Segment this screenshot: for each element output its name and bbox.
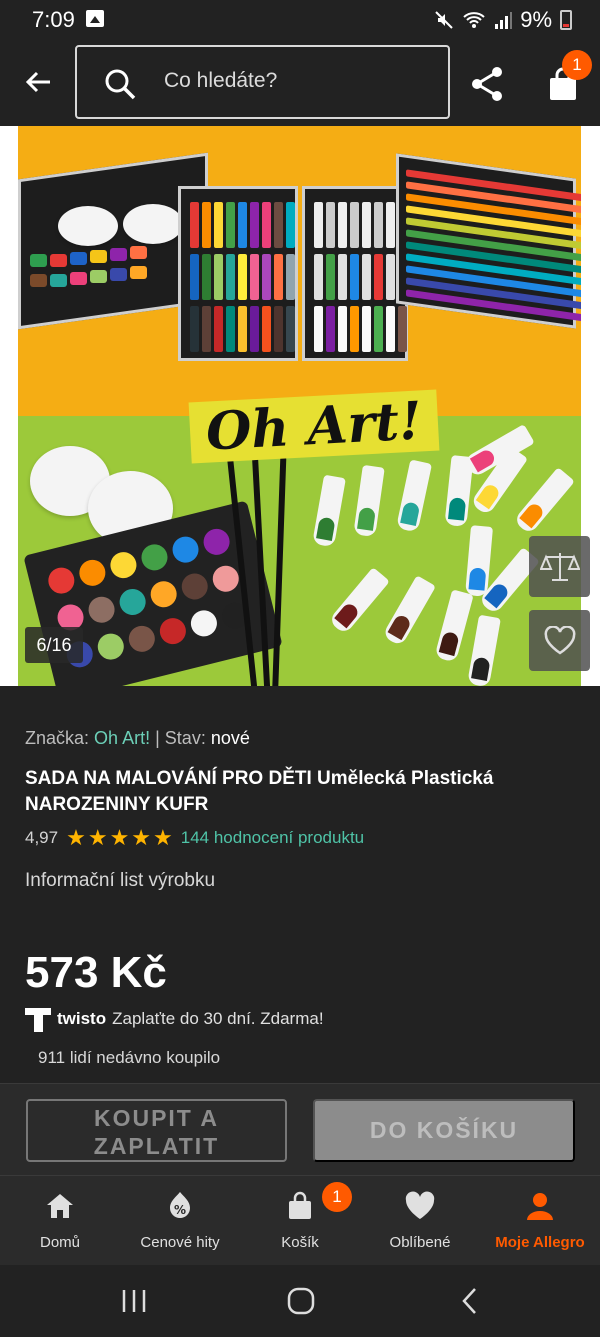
nav-item-cart[interactable]: 1 Košík — [240, 1176, 360, 1266]
system-navigation-bar — [0, 1265, 600, 1337]
add-to-cart-button[interactable]: DO KOŠÍKU — [313, 1099, 575, 1162]
nav-item-my-allegro[interactable]: Moje Allegro — [480, 1176, 600, 1266]
search-input[interactable]: Co hledáte? — [75, 45, 450, 119]
battery-percentage: 9% — [520, 7, 552, 32]
brand-condition-line: Značka: Oh Art! | Stav: nové — [25, 728, 250, 749]
compare-button[interactable] — [529, 536, 590, 597]
home-system-button[interactable] — [281, 1285, 321, 1317]
brand-logo-overlay: Oh Art! — [188, 389, 440, 464]
condition-value: nové — [210, 728, 250, 748]
share-button[interactable] — [466, 62, 510, 106]
search-icon — [105, 69, 136, 100]
twisto-logo-icon — [25, 1008, 51, 1032]
cart-button[interactable]: 1 — [542, 50, 592, 106]
brand-label: Značka: — [25, 728, 90, 748]
nav-item-favorites[interactable]: Oblíbené — [360, 1176, 480, 1266]
home-icon — [47, 1194, 73, 1218]
recent-apps-button[interactable] — [114, 1285, 154, 1317]
rating-count-link[interactable]: 144 hodnocení produktu — [181, 828, 364, 848]
nav-label: Domů — [39, 1234, 80, 1251]
condition-label: Stav: — [164, 728, 206, 748]
heart-icon — [405, 1191, 435, 1219]
product-title: SADA NA MALOVÁNÍ PRO DĚTI Umělecká Plast… — [25, 768, 494, 815]
meta-separator: | — [155, 728, 160, 748]
star-icon: ★ — [66, 825, 86, 850]
rating-value: 4,97 — [25, 828, 59, 847]
recent-purchases: 911 lidí nedávno koupilo — [38, 1048, 221, 1067]
scale-icon — [539, 552, 580, 581]
heart-outline-icon — [544, 625, 575, 654]
product-gallery[interactable]: Oh Art! 6/16 — [0, 126, 600, 686]
search-placeholder: Co hledáte? — [164, 69, 278, 92]
nav-label: Oblíbené — [389, 1234, 451, 1251]
top-bar: Co hledáte? 1 — [0, 40, 600, 126]
nav-label: Cenové hity — [140, 1234, 220, 1251]
nav-label: Moje Allegro — [495, 1234, 585, 1251]
cart-count-badge: 1 — [562, 50, 592, 80]
price-tag-icon: % — [170, 1192, 190, 1218]
twisto-payment-info[interactable]: twisto Zaplaťte do 30 dní. Zdarma! — [25, 1004, 324, 1034]
status-indicators: 9% — [434, 6, 572, 34]
image-counter: 6/16 — [25, 627, 83, 663]
wifi-icon — [463, 12, 485, 28]
twisto-name: twisto — [57, 1009, 107, 1028]
signal-icon — [495, 12, 513, 29]
star-icon: ★ — [87, 825, 108, 850]
star-icon: ★ — [153, 825, 173, 850]
gallery-notification-icon — [86, 10, 104, 27]
star-icon: ★ — [131, 825, 152, 850]
recent-apps-icon — [122, 1290, 146, 1312]
rating-line: 4,97 ★ ★ ★ ★ ★ 144 hodnocení produktu — [25, 826, 364, 850]
purchase-action-bar: KOUPIT A ZAPLATIT DO KOŠÍKU — [0, 1083, 600, 1175]
arrow-left-icon — [25, 71, 50, 93]
nav-item-home[interactable]: Domů — [0, 1176, 120, 1266]
chevron-left-icon — [462, 1288, 476, 1314]
add-to-favorites-button[interactable] — [529, 610, 590, 671]
buy-now-button[interactable]: KOUPIT A ZAPLATIT — [26, 1099, 287, 1162]
status-time: 7:09 — [32, 7, 75, 32]
mute-icon — [435, 11, 453, 29]
system-back-button[interactable] — [450, 1285, 490, 1317]
nav-label: Košík — [281, 1234, 319, 1251]
nav-item-price-hits[interactable]: % Cenové hity — [120, 1176, 240, 1266]
product-info-sheet-link[interactable]: Informační list výrobku — [25, 870, 215, 892]
battery-icon — [560, 10, 572, 30]
product-image-art-case — [18, 126, 581, 416]
svg-text:%: % — [174, 1203, 186, 1217]
star-icon: ★ — [109, 825, 130, 850]
product-price: 573 Kč — [25, 948, 167, 997]
home-circle-icon — [287, 1287, 315, 1315]
share-icon — [472, 67, 502, 101]
back-button[interactable] — [18, 62, 58, 102]
twisto-text: Zaplaťte do 30 dní. Zdarma! — [112, 1009, 324, 1028]
cart-icon — [289, 1191, 311, 1219]
brand-link[interactable]: Oh Art! — [94, 728, 150, 748]
rating-stars: ★ ★ ★ ★ ★ — [66, 827, 173, 849]
user-icon — [527, 1193, 553, 1220]
bottom-navigation: Domů % Cenové hity 1 Košík Oblíbené Moje… — [0, 1175, 600, 1265]
status-bar: 7:09 9% — [0, 0, 600, 40]
cart-nav-badge: 1 — [322, 1182, 352, 1212]
